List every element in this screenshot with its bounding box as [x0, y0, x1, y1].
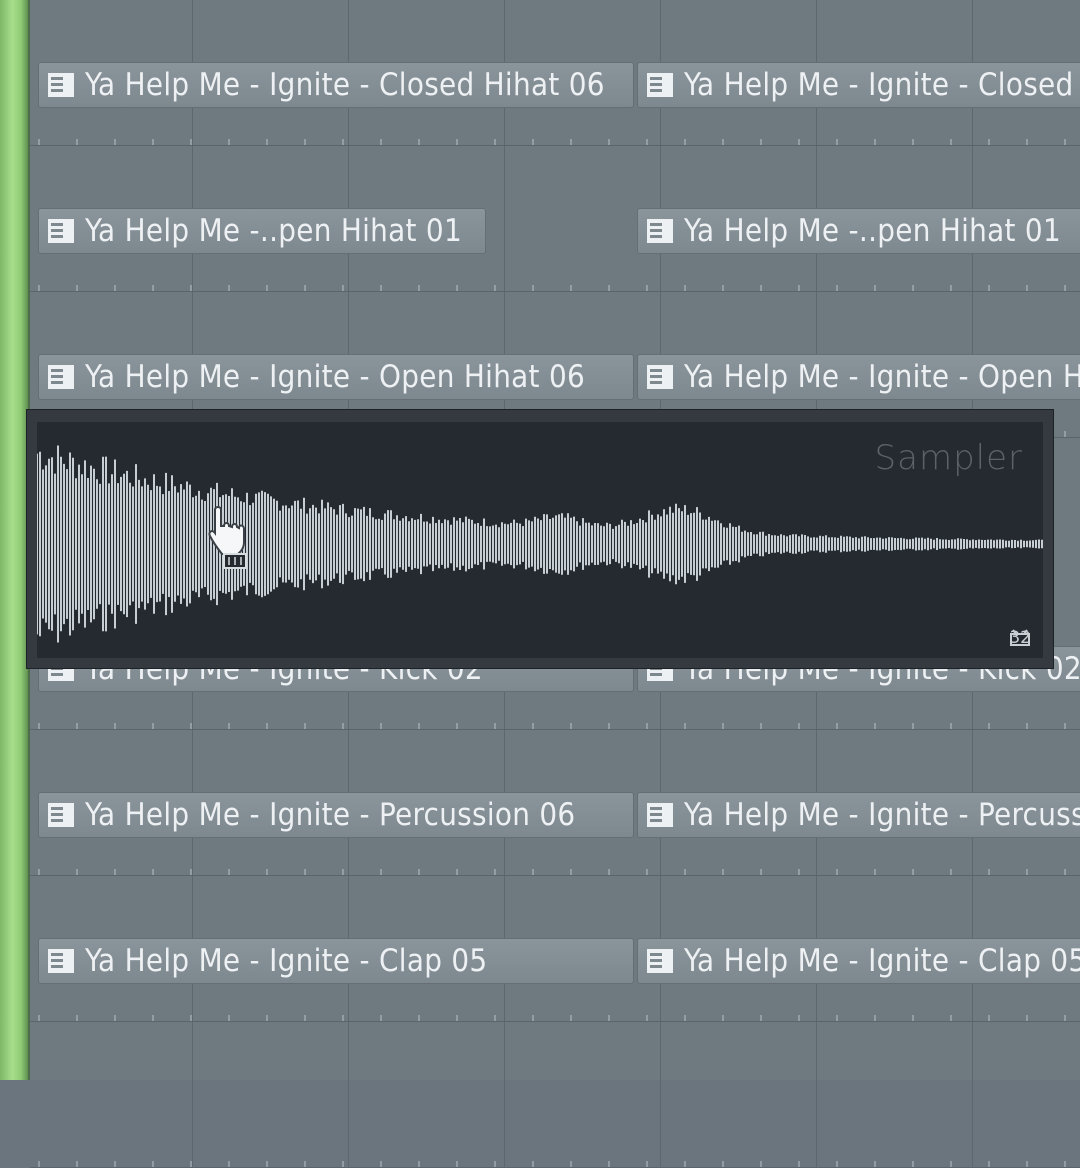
beat-ticks: [38, 139, 1080, 145]
piano-roll-clip-icon: [647, 365, 673, 389]
clip-label: Ya Help Me - Ignite - Clap 05: [684, 943, 1080, 979]
piano-roll-clip-icon: [48, 949, 74, 973]
piano-roll-clip-icon: [48, 73, 74, 97]
pattern-clip[interactable]: Ya Help Me -..pen Hihat 01: [637, 208, 1080, 254]
pattern-clip[interactable]: Ya Help Me - Ignite - Clap 05: [38, 938, 634, 984]
clip-label: Ya Help Me - Ignite - Closed Hihat 06: [684, 67, 1080, 103]
beat-ticks: [38, 1015, 1080, 1021]
playlist-track[interactable]: Ya Help Me - Ignite - Percussion 06 Ya H…: [30, 730, 1080, 876]
pattern-clip[interactable]: Ya Help Me - Ignite - Percussion 06: [637, 792, 1080, 838]
pattern-clip[interactable]: Ya Help Me -..pen Hihat 01: [38, 208, 486, 254]
pattern-clip[interactable]: Ya Help Me - Ignite - Open Hihat 06: [38, 354, 634, 400]
pattern-clip[interactable]: Ya Help Me - Ignite - Percussion 06: [38, 792, 634, 838]
sampler-footer: 32: [1009, 628, 1031, 648]
beat-ticks: [38, 869, 1080, 875]
clip-label: Ya Help Me - Ignite - Percussion 06: [85, 797, 576, 833]
beat-ticks: [38, 1161, 1080, 1167]
clip-label: Ya Help Me - Ignite - Open Hihat 06: [684, 359, 1080, 395]
playlist-left-rail: [0, 0, 30, 1080]
piano-roll-clip-icon: [647, 219, 673, 243]
piano-roll-clip-icon: [647, 949, 673, 973]
piano-roll-clip-icon: [48, 365, 74, 389]
piano-roll-clip-icon: [48, 803, 74, 827]
beat-ticks: [38, 723, 1080, 729]
sampler-title: Sampler: [874, 438, 1023, 478]
clip-label: Ya Help Me - Ignite - Clap 05: [85, 943, 488, 979]
playlist-track[interactable]: Ya Help Me - Ignite - Closed Hihat 06 Ya…: [30, 0, 1080, 146]
pattern-clip[interactable]: Ya Help Me - Ignite - Clap 05: [637, 938, 1080, 984]
piano-roll-clip-icon: [48, 219, 74, 243]
pattern-clip[interactable]: Ya Help Me - Ignite - Closed Hihat 06: [38, 62, 634, 108]
playlist-track[interactable]: [30, 1022, 1080, 1168]
clip-label: Ya Help Me - Ignite - Closed Hihat 06: [85, 67, 605, 103]
playlist-track[interactable]: Ya Help Me - Ignite - Clap 05 Ya Help Me…: [30, 876, 1080, 1022]
piano-roll-clip-icon: [647, 803, 673, 827]
clip-label: Ya Help Me -..pen Hihat 01: [85, 213, 462, 249]
clip-label: Ya Help Me - Ignite - Open Hihat 06: [85, 359, 586, 395]
pattern-clip[interactable]: Ya Help Me - Ignite - Closed Hihat 06: [637, 62, 1080, 108]
loop-icon: [1010, 629, 1031, 646]
beat-ticks: [38, 285, 1080, 291]
playlist-track[interactable]: Ya Help Me -..pen Hihat 01 Ya Help Me -.…: [30, 146, 1080, 292]
piano-roll-clip-icon: [647, 73, 673, 97]
pattern-clip[interactable]: Ya Help Me - Ignite - Open Hihat 06: [637, 354, 1080, 400]
clip-label: Ya Help Me - Ignite - Percussion 06: [684, 797, 1080, 833]
clip-label: Ya Help Me -..pen Hihat 01: [684, 213, 1061, 249]
hand-pointer-icon: [208, 506, 247, 569]
sampler-preview-popup: Sampler 32: [27, 410, 1053, 668]
